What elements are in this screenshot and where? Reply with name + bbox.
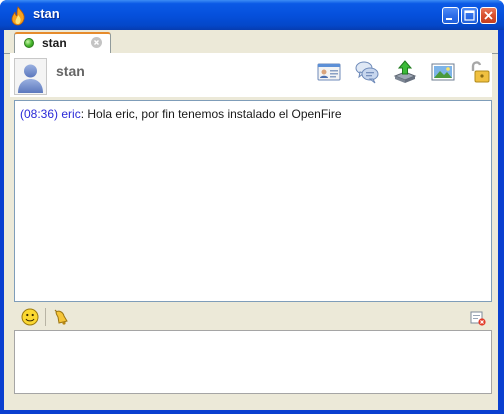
close-icon [484, 11, 493, 20]
title-bar[interactable]: stan [0, 0, 504, 30]
message-text: Hola eric, por fin tenemos instalado el … [87, 107, 342, 121]
message-sender: eric [61, 107, 81, 121]
tab-close-icon[interactable] [91, 37, 102, 48]
chat-bubbles-icon[interactable] [354, 59, 380, 85]
composer-toolbar [14, 305, 492, 329]
default-avatar-icon [18, 64, 43, 93]
minimize-icon [446, 18, 452, 20]
tab-stan[interactable]: stan [14, 32, 111, 54]
tab-label: stan [42, 36, 67, 50]
profile-card-icon[interactable] [316, 59, 342, 85]
maximize-icon [464, 10, 475, 21]
clear-chat-icon[interactable] [470, 310, 486, 326]
minimize-button[interactable] [442, 7, 459, 24]
close-button[interactable] [480, 7, 497, 24]
available-status-icon [24, 38, 34, 48]
contact-header: stan [10, 53, 492, 97]
chat-message: (08:36) eric: Hola eric, por fin tenemos… [20, 107, 342, 121]
client-area: stan stan (08:36) eric: Hola eric, por f… [4, 30, 498, 410]
send-file-icon[interactable] [392, 59, 418, 85]
toolbar-divider [45, 308, 46, 326]
message-input[interactable] [14, 330, 492, 394]
message-time: (08:36) [20, 107, 59, 121]
chat-transcript[interactable]: (08:36) eric: Hola eric, por fin tenemos… [14, 100, 492, 302]
tab-strip: stan [4, 30, 498, 54]
maximize-button[interactable] [461, 7, 478, 24]
send-image-icon[interactable] [430, 59, 456, 85]
chat-window: stan stan stan (08:36) eric: Hola eric, … [0, 0, 504, 414]
nudge-bell-icon[interactable] [53, 308, 71, 326]
contact-name: stan [56, 63, 85, 79]
unlock-icon[interactable] [466, 59, 492, 85]
spark-flame-icon [11, 6, 25, 26]
avatar [14, 58, 47, 95]
emoticon-icon[interactable] [21, 308, 39, 326]
window-title: stan [33, 6, 60, 21]
